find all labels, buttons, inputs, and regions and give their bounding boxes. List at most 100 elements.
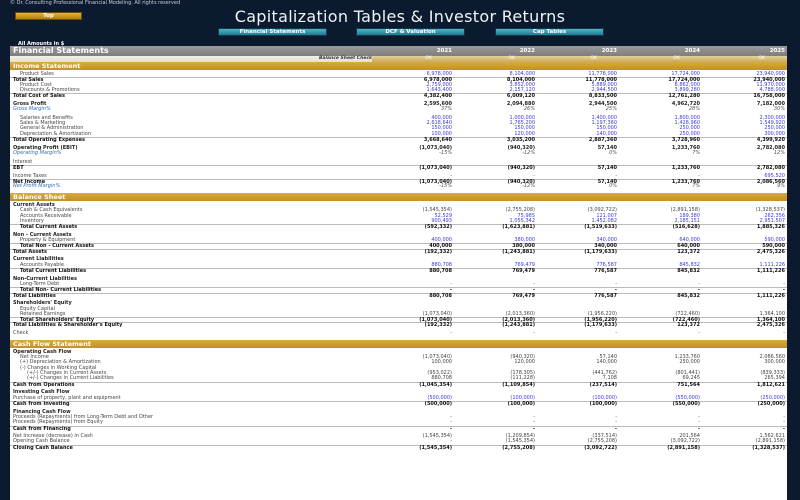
cell-2022[interactable]: 6,009,120 — [455, 93, 535, 99]
year-header: 2021 — [436, 48, 452, 54]
cell-2021[interactable]: (592,332) — [372, 224, 452, 230]
cell-2023[interactable]: 0% — [537, 183, 617, 189]
table-row: Total Cost of Sales 4,382,400 6,009,120 8,8… — [10, 93, 787, 99]
cell-2023[interactable]: (1,179,633) — [537, 323, 617, 329]
cell-2024[interactable]: - — [620, 330, 700, 336]
cell-2024[interactable]: 123,372 — [620, 323, 700, 329]
cell-2024[interactable]: 28% — [620, 106, 700, 112]
cell-2022[interactable]: (1,623,881) — [455, 224, 535, 230]
cell-2024[interactable]: 123,372 — [620, 249, 700, 255]
copyright-text: © Dr. Consulting Professional Financial … — [10, 0, 181, 6]
cell-2024[interactable]: 1,233,760 — [620, 165, 700, 171]
cell-2025[interactable]: 2,475,326 — [705, 249, 785, 255]
nav-financial-statements-button[interactable]: Financial Statements — [218, 28, 327, 36]
row-label: Total Current Assets — [20, 224, 78, 231]
table-row: Operating Margin% -15% -12% 0% 7% 12% — [10, 150, 787, 156]
cell-2022[interactable]: 769,479 — [455, 293, 535, 299]
cell-2021[interactable]: - — [372, 426, 452, 432]
check-value: OK — [508, 56, 516, 61]
check-value: OK — [758, 56, 766, 61]
cell-2022[interactable]: -12% — [455, 183, 535, 189]
cell-2024[interactable]: 751,564 — [620, 382, 700, 388]
cell-2024[interactable]: 3,728,960 — [620, 137, 700, 143]
cell-2025[interactable]: (1,328,537) — [705, 445, 785, 451]
cell-2025[interactable]: 1,111,226 — [705, 268, 785, 274]
cell-2025[interactable]: 1,812,621 — [705, 382, 785, 388]
cell-2025[interactable]: - — [705, 330, 785, 336]
cell-2024[interactable]: 7% — [620, 183, 700, 189]
cell-2022[interactable]: (1,243,881) — [455, 249, 535, 255]
check-value: OK — [590, 56, 598, 61]
cell-2021[interactable]: -15% — [372, 183, 452, 189]
cell-2025[interactable]: (250,000) — [705, 401, 785, 407]
cell-2024[interactable]: 845,832 — [620, 268, 700, 274]
cell-2022[interactable]: 26% — [455, 106, 535, 112]
cell-2022[interactable]: 769,479 — [455, 268, 535, 274]
cell-2023[interactable]: 8,833,500 — [537, 93, 617, 99]
cell-2025[interactable]: 12% — [705, 150, 785, 156]
cell-2023[interactable]: 0% — [537, 150, 617, 156]
cell-2025[interactable]: 4,399,920 — [705, 137, 785, 143]
cell-2023[interactable]: - — [537, 330, 617, 336]
cell-2023[interactable]: (1,179,633) — [537, 249, 617, 255]
cell-2025[interactable]: 9% — [705, 183, 785, 189]
cell-2022[interactable]: (1,243,881) — [455, 323, 535, 329]
cell-2025[interactable]: 2,782,080 — [705, 165, 785, 171]
cell-2021[interactable]: (192,332) — [372, 323, 452, 329]
sheet-title: Financial Statements — [13, 46, 109, 55]
cell-2025[interactable]: 2,475,326 — [705, 323, 785, 329]
cell-2024[interactable]: 7% — [620, 150, 700, 156]
table-row: Check - - - - - — [10, 330, 787, 336]
nav-cap-tables-button[interactable]: Cap Tables — [495, 28, 604, 36]
cell-2025[interactable]: - — [705, 426, 785, 432]
cell-2022[interactable]: 3,035,200 — [455, 137, 535, 143]
cell-2022[interactable]: (100,000) — [455, 401, 535, 407]
cell-2025[interactable]: 30% — [705, 106, 785, 112]
cell-2023[interactable]: (1,519,633) — [537, 224, 617, 230]
check-value: OK — [425, 56, 433, 61]
cell-2021[interactable]: - — [372, 330, 452, 336]
cell-2025[interactable]: 1,111,226 — [705, 293, 785, 299]
cell-2023[interactable]: 776,587 — [537, 293, 617, 299]
cell-2023[interactable]: (3,092,722) — [537, 445, 617, 451]
statements-body: Income Statement Product Sales 6,978,000 8,… — [10, 62, 787, 451]
cell-2022[interactable]: (1,109,854) — [455, 382, 535, 388]
cell-2024[interactable]: 845,832 — [620, 293, 700, 299]
cell-2021[interactable]: 3,668,640 — [372, 137, 452, 143]
cell-2023[interactable]: 25% — [537, 106, 617, 112]
table-row: Total Operating Expenses 3,668,640 3,035,2… — [10, 137, 787, 143]
cell-2023[interactable]: - — [537, 426, 617, 432]
cell-2025[interactable]: 16,758,000 — [705, 93, 785, 99]
cell-2021[interactable]: (500,000) — [372, 401, 452, 407]
cell-2023[interactable]: 776,587 — [537, 268, 617, 274]
window-edge — [787, 46, 800, 500]
cell-2024[interactable]: (516,628) — [620, 224, 700, 230]
cell-2022[interactable]: - — [455, 330, 535, 336]
cell-2021[interactable]: (1,073,040) — [372, 165, 452, 171]
cell-2022[interactable]: (940,320) — [455, 165, 535, 171]
cell-2024[interactable]: - — [620, 426, 700, 432]
cell-2022[interactable]: (2,755,208) — [455, 445, 535, 451]
year-header: 2022 — [519, 48, 535, 54]
cell-2021[interactable]: 37% — [372, 106, 452, 112]
cell-2021[interactable]: 880,708 — [372, 293, 452, 299]
cell-2025[interactable]: 1,885,326 — [705, 224, 785, 230]
cell-2024[interactable]: (2,891,158) — [620, 445, 700, 451]
cell-2022[interactable]: -12% — [455, 150, 535, 156]
cell-2021[interactable]: (1,545,354) — [372, 445, 452, 451]
cell-2021[interactable]: -15% — [372, 150, 452, 156]
cell-2023[interactable]: (100,000) — [537, 401, 617, 407]
cell-2022[interactable]: - — [455, 426, 535, 432]
cell-2023[interactable]: 57,140 — [537, 165, 617, 171]
nav-dcf-valuation-button[interactable]: DCF & Valuation — [356, 28, 465, 36]
cell-2023[interactable]: (237,514) — [537, 382, 617, 388]
cell-2021[interactable]: 4,382,400 — [372, 93, 452, 99]
cell-2021[interactable]: (1,045,354) — [372, 382, 452, 388]
cell-2021[interactable]: 880,708 — [372, 268, 452, 274]
cell-2021[interactable]: (192,332) — [372, 249, 452, 255]
table-row: EBT (1,073,040) (940,320) 57,140 1,233,760 2,… — [10, 165, 787, 171]
cell-2023[interactable]: 2,887,360 — [537, 137, 617, 143]
cell-2024[interactable]: (550,000) — [620, 401, 700, 407]
row-label: Cash from Operations — [13, 381, 75, 388]
cell-2024[interactable]: 12,761,280 — [620, 93, 700, 99]
